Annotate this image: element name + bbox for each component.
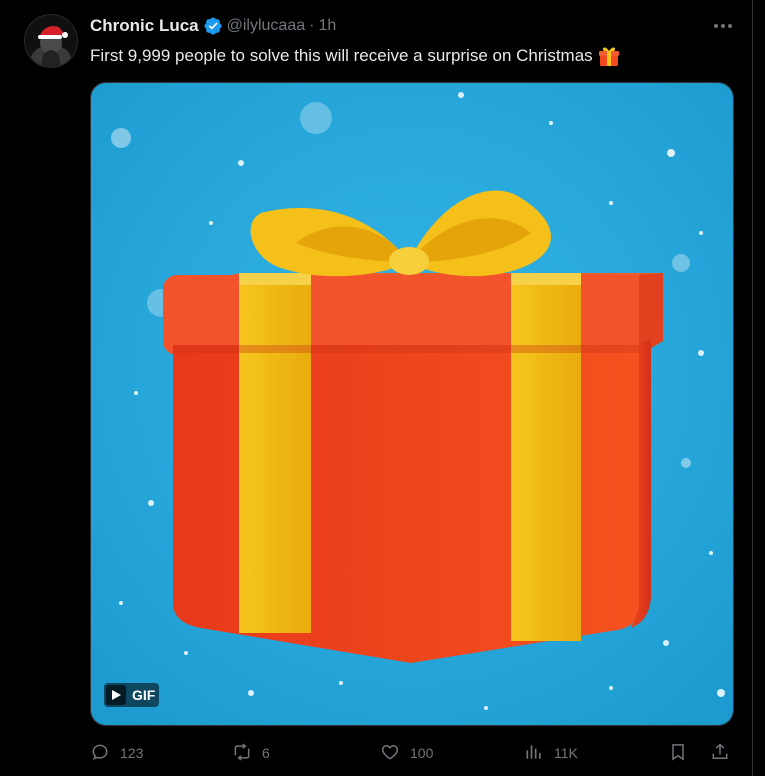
display-name[interactable]: Chronic Luca xyxy=(90,16,199,36)
bookmark-icon xyxy=(668,742,688,765)
avatar-image xyxy=(25,15,77,67)
gif-badge[interactable]: GIF xyxy=(104,683,160,707)
retweet-button[interactable]: 6 xyxy=(232,740,270,766)
like-button[interactable]: 100 xyxy=(380,740,433,766)
bookmark-button[interactable] xyxy=(668,740,688,766)
avatar[interactable] xyxy=(24,14,78,68)
views-icon xyxy=(524,742,544,765)
verified-badge-icon[interactable] xyxy=(203,16,223,36)
tweet[interactable]: Chronic Luca @ilylucaaa · 1h First 9,999… xyxy=(0,0,765,776)
play-icon[interactable] xyxy=(106,685,126,705)
handle[interactable]: @ilylucaaa xyxy=(227,17,306,35)
like-icon xyxy=(380,742,400,765)
tweet-body: First 9,999 people to solve this will re… xyxy=(90,46,593,65)
views-button[interactable]: 11K xyxy=(524,740,578,766)
share-icon xyxy=(710,742,730,765)
retweet-icon xyxy=(232,742,252,765)
separator-dot: · xyxy=(309,17,315,34)
like-count: 100 xyxy=(410,745,434,761)
action-bar: 123 6 100 11K xyxy=(90,740,742,766)
reply-count: 123 xyxy=(120,745,144,761)
divider xyxy=(752,0,753,776)
more-icon[interactable] xyxy=(708,14,738,38)
retweet-count: 6 xyxy=(262,745,270,761)
gif-label: GIF xyxy=(132,687,156,703)
tweet-header: Chronic Luca @ilylucaaa · 1h xyxy=(90,14,336,38)
reply-icon xyxy=(90,742,110,765)
tweet-text: First 9,999 people to solve this will re… xyxy=(90,44,621,68)
gift-box-image xyxy=(91,83,733,725)
views-count: 11K xyxy=(554,745,578,761)
timestamp[interactable]: 1h xyxy=(318,17,336,35)
media-gif[interactable] xyxy=(90,82,734,726)
gift-emoji-icon xyxy=(597,44,621,68)
reply-button[interactable]: 123 xyxy=(90,740,143,766)
share-button[interactable] xyxy=(710,740,730,766)
